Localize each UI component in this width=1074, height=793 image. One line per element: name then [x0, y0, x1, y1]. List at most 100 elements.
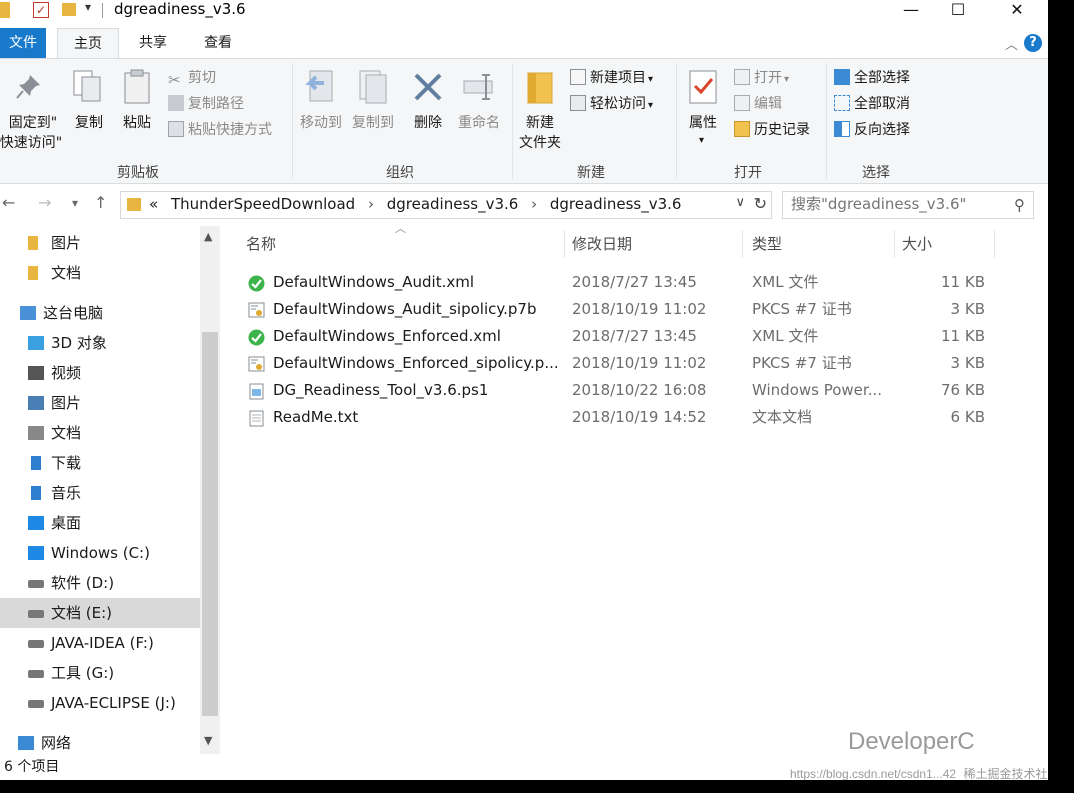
- up-arrow-icon[interactable]: ↑: [94, 193, 107, 212]
- history-button[interactable]: 历史记录: [734, 119, 810, 141]
- breadcrumb-item[interactable]: ThunderSpeedDownload: [171, 195, 355, 213]
- file-row[interactable]: DefaultWindows_Enforced.xml 2018/7/27 13:…: [244, 323, 1004, 350]
- file-row[interactable]: DefaultWindows_Audit.xml 2018/7/27 13:45 X…: [244, 269, 1004, 296]
- nav-item[interactable]: 视频: [0, 358, 200, 388]
- address-history-icon[interactable]: ∨: [735, 195, 745, 210]
- nav-item[interactable]: JAVA-ECLIPSE (J:): [0, 688, 200, 718]
- folder-icon: [28, 236, 38, 250]
- open-icon: [734, 69, 750, 85]
- address-bar[interactable]: « ThunderSpeedDownload › dgreadiness_v3.…: [120, 191, 772, 219]
- file-name: DefaultWindows_Enforced_sipolicy.p...: [273, 354, 559, 372]
- nav-item[interactable]: 文档 (E:): [0, 598, 200, 628]
- nav-item[interactable]: 图片: [0, 228, 200, 258]
- tab-share[interactable]: 共享: [130, 28, 176, 58]
- cube-icon: [28, 336, 44, 350]
- file-size: 11 KB: [941, 327, 985, 345]
- organize-group-label: 组织: [386, 165, 414, 181]
- column-header-name[interactable]: 名称: [246, 226, 276, 262]
- documents-icon: [28, 426, 44, 440]
- nav-scrollbar[interactable]: ▲ ▼: [200, 226, 220, 754]
- column-separator[interactable]: [994, 230, 995, 258]
- column-separator[interactable]: [742, 230, 743, 258]
- close-button[interactable]: ✕: [994, 0, 1040, 22]
- move-to-icon: [305, 70, 333, 102]
- nav-item[interactable]: 这台电脑: [0, 298, 200, 328]
- nav-item[interactable]: 文档: [0, 418, 200, 448]
- nav-item[interactable]: 工具 (G:): [0, 658, 200, 688]
- column-separator[interactable]: [894, 230, 895, 258]
- script-icon: [248, 382, 265, 400]
- qat-dropdown-icon[interactable]: ▾: [85, 0, 91, 14]
- maximize-button[interactable]: ☐: [935, 0, 981, 22]
- clipboard-icon: [124, 69, 150, 104]
- file-type: PKCS #7 证书: [752, 354, 852, 372]
- paste-shortcut-button[interactable]: 粘贴快捷方式: [168, 119, 272, 141]
- nav-item[interactable]: 文档: [0, 258, 200, 288]
- file-row[interactable]: DG_Readiness_Tool_v3.6.ps1 2018/10/22 16:…: [244, 377, 1004, 404]
- column-header-type[interactable]: 类型: [752, 226, 782, 262]
- window-title: dgreadiness_v3.6: [114, 0, 246, 18]
- nav-item[interactable]: 桌面: [0, 508, 200, 538]
- back-arrow-icon[interactable]: ←: [2, 193, 15, 212]
- sort-up-icon: ︿: [395, 222, 406, 235]
- breadcrumb-item[interactable]: dgreadiness_v3.6: [550, 195, 682, 213]
- chevron-right-icon[interactable]: ›: [531, 195, 537, 213]
- xml-icon: [248, 328, 265, 346]
- navigation-pane: ▲ ▼ 图片 文档 这台电脑 3D 对象 视频 图片 文档 下载 音乐 桌面 Windows (C:…: [0, 226, 220, 754]
- new-item-button[interactable]: 新建项目 ▾: [570, 67, 653, 89]
- edit-button[interactable]: 编辑: [734, 93, 782, 115]
- watermark: DeveloperC: [848, 728, 975, 755]
- scroll-down-icon[interactable]: ▼: [204, 734, 212, 747]
- file-size: 11 KB: [941, 273, 985, 291]
- file-date: 2018/7/27 13:45: [572, 327, 697, 345]
- chevron-right-icon[interactable]: ›: [368, 195, 374, 213]
- nav-item[interactable]: 3D 对象: [0, 328, 200, 358]
- column-separator[interactable]: [564, 230, 565, 258]
- properties-qat-icon[interactable]: ✓: [33, 2, 49, 18]
- select-all-button[interactable]: 全部选择: [834, 67, 910, 89]
- file-type: XML 文件: [752, 327, 819, 345]
- collapse-ribbon-icon[interactable]: ︿: [1005, 34, 1018, 53]
- forward-arrow-icon[interactable]: →: [38, 193, 51, 212]
- open-button[interactable]: 打开 ▾: [734, 67, 789, 89]
- nav-item[interactable]: 图片: [0, 388, 200, 418]
- new-folder-qat-icon[interactable]: [62, 3, 76, 16]
- tab-view[interactable]: 查看: [190, 28, 246, 58]
- minimize-button[interactable]: —: [888, 0, 934, 22]
- nav-item[interactable]: 音乐: [0, 478, 200, 508]
- cut-button[interactable]: ✂ 剪切: [168, 67, 216, 89]
- tab-home[interactable]: 主页: [57, 28, 119, 58]
- scroll-up-icon[interactable]: ▲: [204, 230, 212, 243]
- breadcrumb-item[interactable]: dgreadiness_v3.6: [387, 195, 519, 213]
- search-icon[interactable]: ⚲: [1014, 196, 1025, 214]
- explorer-window: ✓ ▾ dgreadiness_v3.6 — ☐ ✕ 文件 主页 共享 查看 ︿…: [0, 0, 1048, 780]
- recent-locations-icon[interactable]: ▾: [72, 196, 78, 210]
- refresh-icon[interactable]: ↻: [754, 194, 767, 213]
- navigation-bar: ← → ▾ ↑ « ThunderSpeedDownload › dgreadi…: [0, 187, 1048, 223]
- invert-selection-button[interactable]: 反向选择: [834, 119, 910, 141]
- file-row[interactable]: ReadMe.txt 2018/10/19 14:52 文本文档 6 KB: [244, 404, 1004, 431]
- scissors-icon: ✂: [168, 71, 181, 89]
- nav-item[interactable]: Windows (C:): [0, 538, 200, 568]
- easy-access-button[interactable]: 轻松访问 ▾: [570, 93, 653, 115]
- file-type: PKCS #7 证书: [752, 300, 852, 318]
- tab-file[interactable]: 文件: [0, 28, 46, 58]
- search-box[interactable]: ⚲: [782, 191, 1034, 219]
- search-input[interactable]: [791, 195, 1001, 213]
- column-header-date[interactable]: 修改日期: [572, 226, 632, 262]
- breadcrumb-overflow[interactable]: «: [149, 195, 158, 213]
- select-none-button[interactable]: 全部取消: [834, 93, 910, 115]
- file-row[interactable]: DefaultWindows_Audit_sipolicy.p7b 2018/10…: [244, 296, 1004, 323]
- copy-path-button[interactable]: 复制路径: [168, 93, 244, 115]
- help-icon[interactable]: ?: [1024, 34, 1042, 52]
- file-row[interactable]: DefaultWindows_Enforced_sipolicy.p... 201…: [244, 350, 1004, 377]
- file-date: 2018/10/19 11:02: [572, 354, 707, 372]
- nav-item[interactable]: 下载: [0, 448, 200, 478]
- nav-item[interactable]: 软件 (D:): [0, 568, 200, 598]
- nav-item[interactable]: JAVA-IDEA (F:): [0, 628, 200, 658]
- video-icon: [28, 366, 44, 380]
- file-size: 3 KB: [950, 300, 985, 318]
- file-date: 2018/10/19 14:52: [572, 408, 707, 426]
- column-header-size[interactable]: 大小: [902, 226, 932, 262]
- scrollbar-thumb[interactable]: [202, 332, 218, 716]
